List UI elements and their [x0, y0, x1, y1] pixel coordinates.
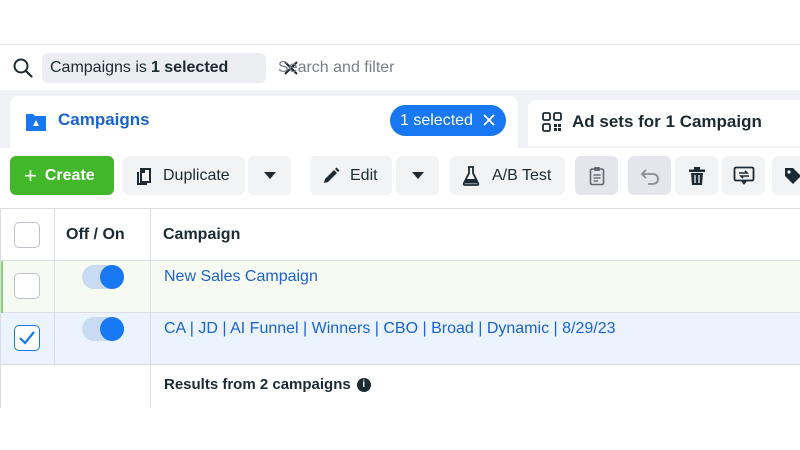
- top-blank-area: [0, 0, 800, 43]
- pencil-icon: [324, 167, 340, 183]
- toggle-knob: [100, 265, 124, 289]
- ad-sets-grid-icon: [542, 112, 562, 132]
- plus-icon: +: [24, 162, 37, 188]
- filter-chip-prefix: Campaigns is: [50, 59, 147, 76]
- info-icon[interactable]: i: [356, 377, 371, 392]
- search-icon[interactable]: [12, 57, 34, 79]
- toggle-knob: [100, 317, 124, 341]
- duplicate-dropdown-button[interactable]: [248, 156, 291, 195]
- campaign-name-link[interactable]: New Sales Campaign: [164, 268, 318, 286]
- ab-test-label: A/B Test: [492, 166, 552, 184]
- campaigns-table: Off / On Campaign New Sales Campaign CA …: [0, 208, 800, 408]
- column-divider: [54, 208, 55, 365]
- filter-chip-value: 1 selected: [150, 59, 229, 76]
- duplicate-button[interactable]: Duplicate: [123, 156, 245, 195]
- header-off-on: Off / On: [66, 226, 125, 243]
- close-icon[interactable]: [482, 113, 496, 127]
- selected-count-pill[interactable]: 1 selected: [390, 105, 506, 136]
- campaign-name-link[interactable]: CA | JD | AI Funnel | Winners | CBO | Br…: [164, 320, 616, 338]
- edit-dropdown-button[interactable]: [396, 156, 439, 195]
- undo-button[interactable]: [628, 156, 671, 195]
- results-summary-label: Results from 2 campaigns: [164, 376, 351, 393]
- rules-swap-icon: [733, 166, 754, 185]
- search-filter-bar: Campaigns is 1 selected: [0, 44, 800, 90]
- toolbar: + Create Duplicate Edit A/B Test: [0, 148, 800, 208]
- selected-count-label: 1 selected: [400, 111, 473, 129]
- campaigns-folder-icon: [26, 114, 46, 131]
- tab-ad-sets[interactable]: Ad sets for 1 Campaign: [528, 100, 800, 146]
- campaign-on-off-toggle[interactable]: [82, 265, 124, 289]
- trash-icon: [688, 166, 705, 185]
- undo-icon: [640, 168, 659, 185]
- tag-icon: [785, 167, 800, 184]
- flask-icon: [462, 165, 480, 186]
- table-row[interactable]: CA | JD | AI Funnel | Winners | CBO | Br…: [0, 313, 800, 365]
- table-summary-row: Results from 2 campaigns i: [0, 365, 800, 408]
- tab-campaigns-label: Campaigns: [58, 110, 150, 129]
- tab-campaigns[interactable]: Campaigns 1 selected: [10, 96, 518, 150]
- tag-button[interactable]: [772, 156, 800, 195]
- row-checkbox[interactable]: [14, 325, 40, 351]
- duplicate-label: Duplicate: [163, 166, 230, 184]
- header-campaign[interactable]: Campaign: [163, 226, 240, 244]
- duplicate-icon: [137, 167, 151, 185]
- caret-down-icon: [411, 171, 424, 179]
- edit-label: Edit: [350, 166, 378, 184]
- select-all-checkbox[interactable]: [14, 222, 40, 248]
- table-left-border: [0, 208, 1, 408]
- ab-test-button[interactable]: A/B Test: [450, 156, 565, 195]
- filter-chip-campaigns[interactable]: Campaigns is 1 selected: [42, 53, 298, 83]
- results-summary: Results from 2 campaigns i: [164, 376, 371, 393]
- campaign-on-off-toggle[interactable]: [82, 317, 124, 341]
- rules-button[interactable]: [722, 156, 765, 195]
- create-label: Create: [44, 166, 95, 184]
- paste-button[interactable]: [575, 156, 618, 195]
- checkmark-icon: [19, 331, 35, 345]
- table-row[interactable]: New Sales Campaign: [0, 261, 800, 313]
- delete-button[interactable]: [675, 156, 718, 195]
- table-header-row: Off / On Campaign: [0, 208, 800, 261]
- edit-button[interactable]: Edit: [310, 156, 392, 195]
- row-checkbox[interactable]: [14, 273, 40, 299]
- create-button[interactable]: + Create: [10, 156, 114, 195]
- column-divider: [150, 208, 151, 408]
- tab-ad-sets-label: Ad sets for 1 Campaign: [572, 112, 762, 131]
- clipboard-icon: [589, 166, 604, 185]
- caret-down-icon: [263, 171, 276, 179]
- search-input[interactable]: [278, 53, 778, 83]
